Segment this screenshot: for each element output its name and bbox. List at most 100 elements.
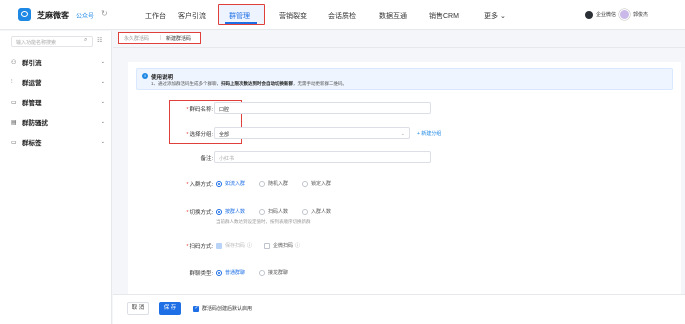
chevron-down-icon: ⌄ [100, 59, 105, 65]
wecom-label[interactable]: 企业微信 [596, 11, 616, 18]
notice-text-suffix: ，无需手动更新群二维码。 [293, 81, 348, 86]
group-name-input[interactable]: 口腔 [214, 102, 431, 114]
sidebar-item-group-management[interactable]: ▭ 群管理 ⌄ [11, 97, 105, 107]
group-name-value: 口腔 [219, 107, 230, 113]
top-navigation: 芝麻微客 公众号 ↻ 工作台 客户引流 群管理 营销裂变 会话质检 数据互通 销… [0, 0, 685, 30]
auto-enable-label[interactable]: 群活码创建后默认启用 [202, 305, 252, 312]
sidebar-item-group-operation[interactable]: ⫶ 群运营 ⌄ [11, 77, 105, 88]
nav-session-inspection[interactable]: 会话质检 [328, 11, 356, 21]
tag-icon: ▭ [11, 139, 17, 146]
switch-method-options: 按群人数 扫码人数 入群人数 [216, 208, 345, 215]
group-style-label: 群聊类型: [189, 271, 213, 277]
notice-text-bold: 扫码上限次数达到时会自动切换新群 [221, 81, 294, 86]
scan-method-label: *扫码方式: [186, 244, 213, 250]
scan-method-label-text: 扫码方式: [189, 244, 213, 250]
notice-text: 1、通过添加群活码生成多个群聊，扫码上限次数达到时会自动切换新群，无需手动更新群… [151, 81, 347, 87]
group-name-label: *群码名称: [186, 107, 213, 113]
filter-icon[interactable]: ☷ [97, 37, 102, 44]
radio-style-chain[interactable] [259, 269, 266, 276]
chevron-down-icon: ⌄ [400, 131, 405, 137]
radio-switch-group-size[interactable] [216, 208, 222, 215]
brand-name: 芝麻微客 [37, 11, 69, 20]
main-content: 永久群活码 | 新建群活码 i 使用说明 1、通过添加群活码生成多个群聊，扫码上… [113, 31, 685, 324]
sidebar-search-input[interactable]: 输入功能名称搜索 [11, 36, 93, 47]
help-icon[interactable]: ⓘ [247, 242, 252, 249]
sidebar-item-label: 群运营 [22, 80, 42, 87]
radio-switch-scan-count[interactable] [259, 208, 266, 215]
chevron-down-icon: ⌄ [100, 119, 105, 125]
nav-customer-acquisition[interactable]: 客户引流 [178, 11, 206, 21]
chevron-down-icon: ⌄ [100, 139, 105, 145]
join-method-label-text: 入群方式: [189, 182, 213, 188]
radio-label[interactable]: 如流入群 [225, 180, 245, 187]
nav-sales-crm[interactable]: 销售CRM [429, 11, 459, 21]
select-group-value: 全部 [219, 132, 230, 138]
join-method-label: *入群方式: [186, 182, 213, 188]
avatar[interactable] [619, 9, 631, 20]
join-method-options: 如流入群 随机入群 锁定入群 [216, 180, 345, 187]
nav-group-management[interactable]: 群管理 [229, 11, 250, 21]
scan-method-options: 保存扫码 ⓘ 企微扫码 ⓘ [216, 242, 312, 249]
checkbox-auto-enable[interactable] [193, 305, 199, 312]
switch-method-label: *切换方式: [186, 210, 213, 216]
add-group-link[interactable]: + 新建分组 [417, 130, 441, 137]
sidebar-item-label: 群标签 [22, 140, 42, 147]
checkbox-wecom-scan[interactable] [264, 242, 271, 249]
usage-notice: i 使用说明 1、通过添加群活码生成多个群聊，扫码上限次数达到时会自动切换新群，… [136, 68, 673, 90]
radio-join-random[interactable] [259, 180, 266, 187]
checkbox-save-scan[interactable] [216, 242, 222, 249]
radio-join-locked[interactable] [302, 180, 309, 187]
radio-label[interactable]: 扫码人数 [268, 208, 288, 215]
select-group-dropdown[interactable]: 全部 ⌄ [214, 127, 410, 139]
refresh-icon[interactable]: ↻ [101, 9, 108, 18]
radio-label[interactable]: 普通群聊 [225, 269, 245, 276]
checkbox-label[interactable]: 保存扫码 [225, 242, 245, 249]
radio-join-sequential[interactable] [216, 180, 222, 187]
info-icon: i [142, 73, 148, 79]
sidebar-item-group-acquisition[interactable]: ⚇ 群引流 ⌄ [11, 57, 105, 67]
wecom-icon[interactable] [585, 10, 593, 19]
chevron-down-icon: ⌄ [100, 79, 105, 85]
remark-label: 备注: [200, 156, 213, 162]
checkbox-label[interactable]: 企微扫码 [273, 242, 293, 249]
radio-label[interactable]: 随机入群 [268, 180, 288, 187]
chevron-down-icon: ⌄ [100, 99, 105, 105]
nav-data-sync[interactable]: 数据互通 [379, 11, 407, 21]
form-card: i 使用说明 1、通过添加群活码生成多个群聊，扫码上限次数达到时会自动切换新群，… [128, 62, 681, 320]
sidebar-item-group-tags[interactable]: ▭ 群标签 ⌄ [11, 137, 105, 147]
nav-workbench[interactable]: 工作台 [145, 11, 166, 21]
radio-label[interactable]: 按群人数 [225, 208, 245, 215]
breadcrumb-parent[interactable]: 永久群活码 [124, 35, 149, 42]
breadcrumb-separator: | [160, 35, 162, 41]
auto-enable-option[interactable]: 群活码创建后默认启用 [193, 305, 252, 312]
account-switch[interactable]: 公众号 [76, 11, 94, 20]
breadcrumb-current: 新建群活码 [166, 36, 192, 42]
radio-label[interactable]: 入群人数 [311, 208, 331, 215]
sidebar-item-label: 群引流 [22, 60, 42, 67]
nav-more[interactable]: 更多 ⌄ [484, 11, 506, 21]
radio-label[interactable]: 锁定入群 [311, 180, 331, 187]
remark-input[interactable]: 小红书 [214, 151, 431, 163]
logo-icon [18, 8, 31, 21]
switch-method-hint: 当前群人数达到设定值时，按列表顺序切换新群 [216, 219, 311, 224]
radio-style-normal[interactable] [216, 269, 222, 276]
shield-icon: ▤ [11, 119, 17, 126]
chat-icon: ▭ [11, 99, 17, 106]
search-icon[interactable]: ⌕ [84, 37, 87, 44]
nav-marketing-fission[interactable]: 营销裂变 [279, 11, 307, 21]
save-button[interactable]: 保 存 [159, 302, 181, 315]
nav-active-underline [225, 22, 257, 24]
radio-label[interactable]: 接龙群聊 [268, 269, 288, 276]
switch-method-label-text: 切换方式: [189, 210, 213, 216]
sidebar-item-anti-harassment[interactable]: ▤ 群防骚扰 ⌄ [11, 117, 105, 127]
radio-switch-join-count[interactable] [302, 208, 309, 215]
breadcrumb: 永久群活码 | 新建群活码 [118, 32, 201, 44]
select-group-label: *选择分组: [186, 132, 213, 138]
chart-icon: ⫶ [11, 78, 13, 85]
help-icon[interactable]: ⓘ [295, 242, 300, 249]
sidebar-item-label: 群管理 [22, 100, 42, 107]
divider [113, 47, 685, 48]
cancel-button[interactable]: 取 消 [127, 302, 149, 315]
user-name[interactable]: 郭俊杰 [633, 11, 648, 18]
header-tools: 企业微信 郭俊杰 [585, 8, 648, 21]
